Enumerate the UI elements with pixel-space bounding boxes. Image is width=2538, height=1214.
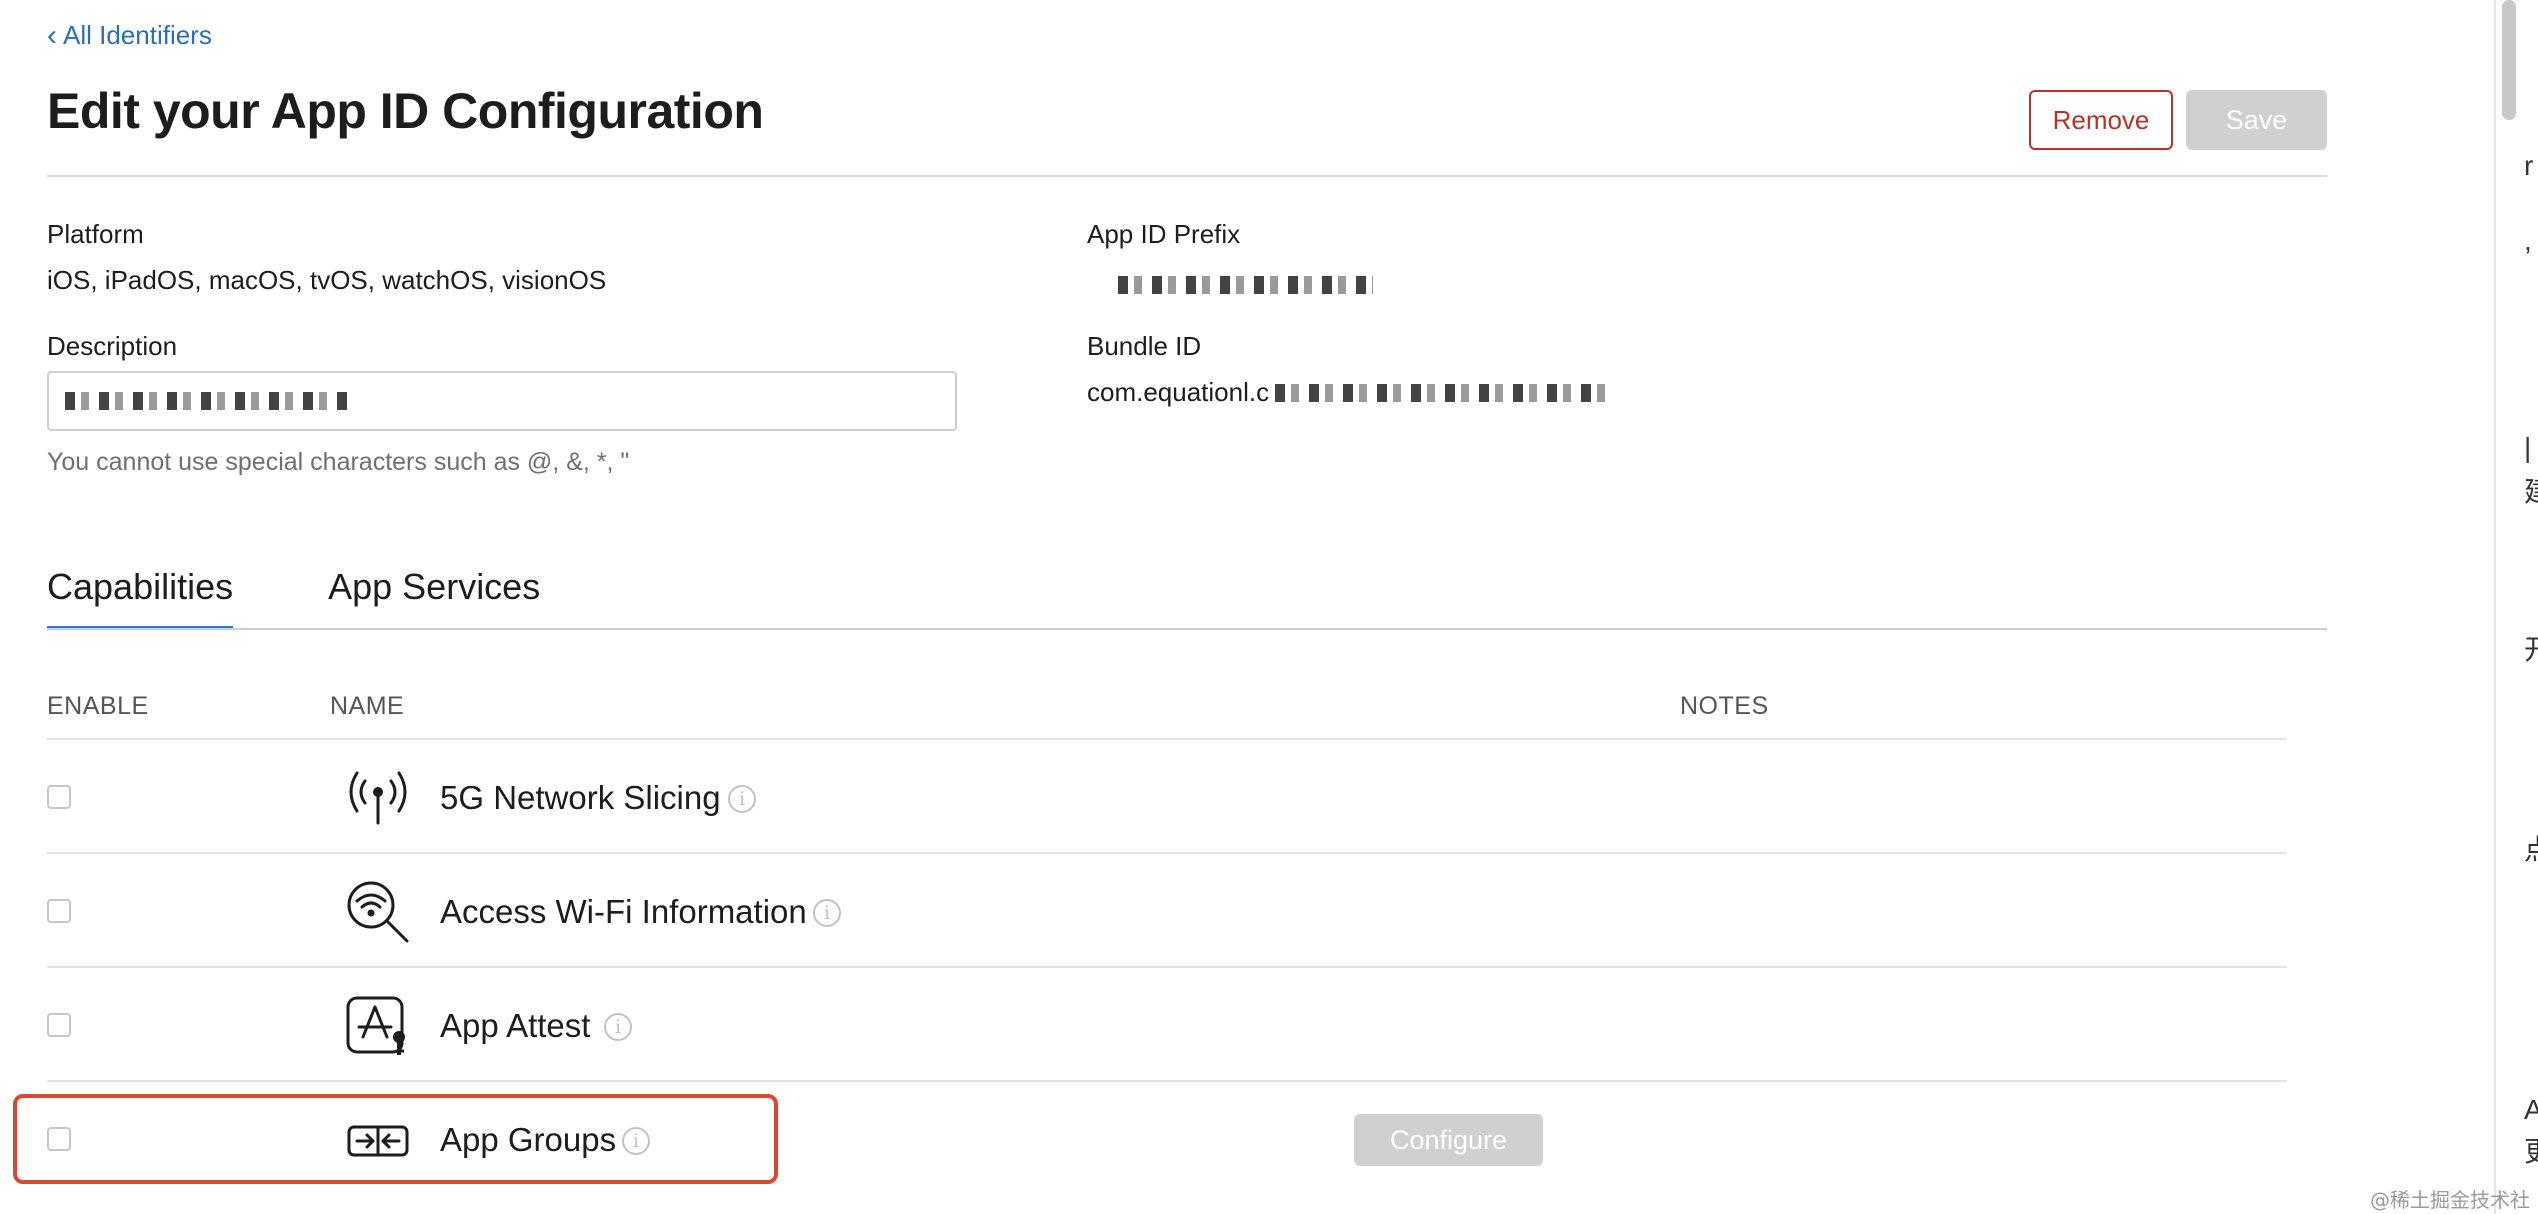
enable-column-header: ENABLE — [47, 692, 149, 720]
enable-checkbox-5g-network-slicing[interactable] — [47, 785, 71, 809]
back-link-label: All Identifiers — [63, 20, 212, 50]
watermark: @稀土掘金技术社区 — [2370, 1188, 2530, 1212]
bundle-id-label: Bundle ID — [1087, 331, 1202, 361]
clipped-side-text: , — [2524, 225, 2532, 256]
name-column-header: NAME — [330, 692, 405, 720]
capability-name: 5G Network Slicing — [440, 779, 721, 816]
tab-bar: Capabilities App Services — [47, 566, 540, 630]
description-input[interactable] — [47, 371, 957, 431]
clipped-side-text: A — [2524, 1094, 2538, 1125]
info-icon[interactable]: i — [604, 1013, 632, 1041]
save-button[interactable]: Save — [2186, 90, 2327, 150]
table-row: 5G Network Slicing i — [47, 738, 2287, 852]
page-title: Edit your App ID Configuration — [47, 83, 764, 139]
capability-name: Access Wi-Fi Information — [440, 893, 807, 930]
enable-checkbox-app-groups[interactable] — [47, 1127, 71, 1151]
app-id-config-page: ‹ All Identifiers Edit your App ID Confi… — [0, 0, 2538, 1214]
bundle-id-value: com.equationl.c — [1087, 377, 1606, 408]
scrollbar-track[interactable] — [2494, 0, 2496, 1214]
capability-name: App Groups — [440, 1121, 617, 1158]
clipped-side-text: | — [2524, 432, 2532, 463]
app-groups-icon — [347, 1125, 409, 1157]
bundle-id-prefix: com.equationl.c — [1087, 377, 1270, 407]
platform-value: iOS, iPadOS, macOS, tvOS, watchOS, visio… — [47, 265, 607, 295]
app-attest-icon — [346, 996, 405, 1055]
clipped-side-text: 更 — [2524, 1130, 2538, 1170]
back-to-identifiers-link[interactable]: ‹ All Identifiers — [47, 20, 212, 51]
app-id-prefix-redacted — [1118, 268, 1373, 299]
tab-capabilities[interactable]: Capabilities — [47, 566, 234, 630]
info-icon[interactable]: i — [813, 899, 841, 927]
redacted-block — [1118, 276, 1373, 295]
table-row: App Groups i — [47, 1080, 2287, 1194]
clipped-side-text: 建 — [2524, 470, 2538, 510]
description-label: Description — [47, 331, 178, 361]
table-row: App Attest i — [47, 966, 2287, 1080]
info-icon[interactable]: i — [728, 785, 756, 813]
header-divider — [47, 175, 2327, 177]
redacted-block — [1275, 383, 1606, 402]
capability-name: App Attest — [440, 1007, 591, 1044]
redacted-block — [65, 392, 350, 410]
chevron-left-icon: ‹ — [47, 18, 57, 52]
tab-app-services[interactable]: App Services — [328, 566, 540, 630]
enable-checkbox-app-attest[interactable] — [47, 1013, 71, 1037]
description-hint: You cannot use special characters such a… — [47, 448, 630, 476]
clipped-side-text: 点 — [2524, 828, 2538, 868]
app-id-prefix-label: App ID Prefix — [1087, 219, 1241, 249]
enable-checkbox-access-wifi-information[interactable] — [47, 899, 71, 923]
antenna-icon — [349, 771, 407, 825]
scrollbar-thumb[interactable] — [2502, 0, 2516, 120]
configure-button[interactable]: Configure — [1354, 1114, 1543, 1166]
remove-button[interactable]: Remove — [2029, 90, 2173, 150]
notes-column-header: NOTES — [1680, 692, 1769, 720]
tabs-divider — [47, 628, 2327, 630]
platform-label: Platform — [47, 219, 144, 249]
clipped-side-text: r — [2524, 150, 2534, 181]
clipped-side-text: 开 — [2524, 628, 2538, 668]
table-row: Access Wi-Fi Information i — [47, 852, 2287, 966]
info-icon[interactable]: i — [622, 1127, 650, 1155]
wifi-search-icon — [347, 881, 409, 943]
